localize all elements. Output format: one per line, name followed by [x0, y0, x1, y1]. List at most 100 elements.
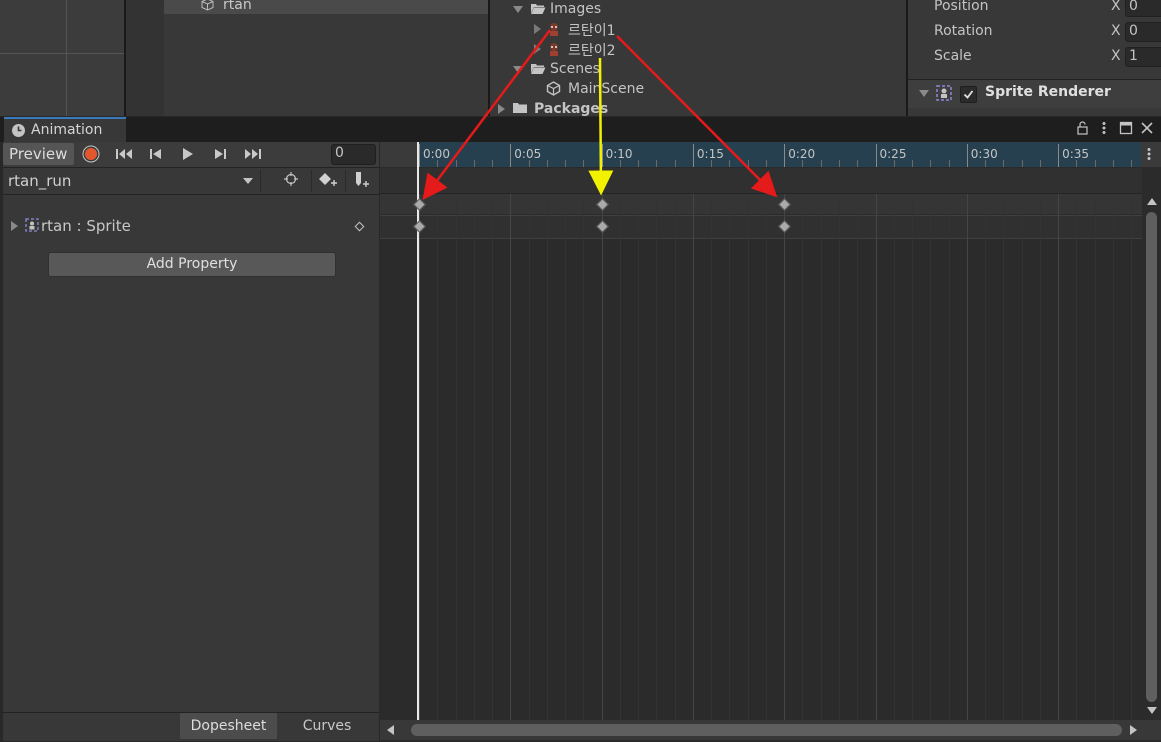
- frame-grid-line: [912, 194, 914, 720]
- frame-field[interactable]: 0: [331, 144, 376, 165]
- ruler-minor-tick: [455, 160, 457, 167]
- frame-grid-line: [565, 194, 567, 720]
- close-icon[interactable]: [1140, 121, 1154, 139]
- scroll-down-icon[interactable]: [1147, 707, 1157, 714]
- ruler-minor-tick: [1003, 160, 1005, 167]
- ruler-minor-tick: [437, 160, 439, 167]
- rotation-x-field[interactable]: 0: [1125, 22, 1161, 42]
- ruler-minor-tick: [656, 160, 658, 167]
- frame-grid-line: [674, 194, 676, 720]
- scroll-left-icon[interactable]: [387, 725, 394, 735]
- curves-tab[interactable]: Curves: [278, 713, 376, 739]
- project-scene-main[interactable]: MainScene: [568, 81, 644, 97]
- timeline-options-icon[interactable]: [1145, 147, 1153, 165]
- ruler-minor-tick: [1076, 160, 1078, 167]
- frame-grid-line: [692, 194, 694, 720]
- project-folder-packages[interactable]: Packages: [534, 101, 608, 116]
- frame-grid-line: [966, 194, 968, 720]
- ruler-minor-tick: [930, 160, 932, 167]
- ruler-minor-tick: [473, 160, 475, 167]
- add-property-button[interactable]: Add Property: [48, 252, 336, 277]
- keyframe-sync-button[interactable]: [283, 171, 307, 191]
- inspector-panel: Position X 0 Rotation X 0 Scale X 1 Spri…: [908, 0, 1161, 116]
- maximize-icon[interactable]: [1119, 121, 1133, 139]
- ruler-minor-tick: [1039, 160, 1041, 167]
- last-keyframe-button[interactable]: [239, 143, 267, 165]
- dopesheet-tab[interactable]: Dopesheet: [180, 713, 277, 739]
- scene-view-panel: [0, 0, 124, 116]
- ruler-minor-tick: [619, 160, 621, 167]
- frame-grid-line: [583, 194, 585, 720]
- component-enabled-checkbox[interactable]: [960, 86, 977, 103]
- scroll-right-icon[interactable]: [1130, 725, 1137, 735]
- project-folder-images[interactable]: Images: [550, 1, 601, 17]
- step-back-icon: [150, 149, 161, 159]
- project-asset-sprite1[interactable]: 르탄이1: [568, 20, 616, 40]
- scroll-up-icon[interactable]: [1147, 198, 1157, 205]
- summary-keyframes-row: [380, 194, 1142, 214]
- record-button[interactable]: [77, 143, 105, 165]
- ruler-minor-tick: [912, 160, 914, 167]
- scenes-expand-toggle[interactable]: [513, 66, 523, 73]
- position-x-field[interactable]: 0: [1125, 0, 1161, 17]
- property-keyframes-row: [380, 215, 1142, 239]
- frame-grid-line: [455, 194, 457, 720]
- ruler-minor-tick: [729, 160, 731, 167]
- horizontal-scrollbar[interactable]: [380, 720, 1161, 740]
- images-expand-toggle[interactable]: [513, 6, 523, 13]
- sprite1-expand-toggle[interactable]: [534, 24, 541, 34]
- scene-grid-line-h: [0, 53, 124, 54]
- more-options-icon[interactable]: [1100, 121, 1108, 139]
- folder-open-icon: [530, 2, 546, 19]
- scale-label: Scale: [934, 48, 972, 64]
- sprite-thumbnail-icon: [546, 21, 562, 37]
- component-foldout-icon[interactable]: [919, 90, 929, 97]
- frame-grid-line: [802, 194, 804, 720]
- horizontal-scroll-thumb[interactable]: [411, 724, 1122, 736]
- ruler-minor-tick: [857, 160, 859, 167]
- unity-scene-icon: [546, 81, 561, 100]
- ruler-major-tick: [784, 144, 786, 167]
- property-label[interactable]: rtan : Sprite: [41, 217, 131, 235]
- clip-selector-dropdown[interactable]: rtan_run: [3, 169, 260, 193]
- property-expand-toggle[interactable]: [11, 221, 18, 231]
- packages-expand-toggle[interactable]: [498, 104, 505, 114]
- step-forward-icon: [215, 149, 226, 159]
- preview-label: Preview: [9, 145, 68, 163]
- project-asset-sprite2[interactable]: 르탄이2: [568, 40, 616, 60]
- events-row[interactable]: [380, 168, 1142, 194]
- ruler-minor-tick: [1021, 160, 1023, 167]
- frame-grid-line: [1039, 194, 1041, 720]
- scale-x-field[interactable]: 1: [1125, 47, 1161, 67]
- cube-icon: [201, 0, 214, 11]
- add-event-button[interactable]: [352, 171, 374, 191]
- play-button[interactable]: [174, 143, 202, 165]
- frame-grid-line: [1076, 194, 1078, 720]
- ruler-minor-tick: [820, 160, 822, 167]
- project-folder-scenes[interactable]: Scenes: [550, 61, 600, 77]
- frame-grid-line: [838, 194, 840, 720]
- lock-icon[interactable]: [1076, 121, 1089, 139]
- add-keyframe-icon: [319, 173, 337, 186]
- clock-icon: [11, 123, 26, 142]
- ruler-minor-tick: [893, 160, 895, 167]
- previous-keyframe-button[interactable]: [142, 143, 170, 165]
- ruler-major-tick: [510, 144, 512, 167]
- sprite2-expand-toggle[interactable]: [534, 44, 541, 54]
- ruler-minor-tick: [583, 160, 585, 167]
- frame-grid-line: [528, 194, 530, 720]
- hierarchy-item-rtan[interactable]: rtan: [223, 0, 252, 13]
- preview-button[interactable]: Preview: [3, 143, 74, 165]
- next-keyframe-button[interactable]: [206, 143, 234, 165]
- vertical-scrollbar[interactable]: [1143, 194, 1161, 719]
- animation-tab[interactable]: Animation: [4, 117, 126, 142]
- ruler-tick-label: 0:10: [605, 147, 633, 161]
- ruler-minor-tick: [528, 160, 530, 167]
- ruler-minor-tick: [1112, 160, 1114, 167]
- vertical-scroll-thumb[interactable]: [1146, 212, 1157, 702]
- ruler-minor-tick: [492, 160, 494, 167]
- add-event-icon: [356, 172, 369, 187]
- first-keyframe-button[interactable]: [110, 143, 138, 165]
- crosshair-icon: [284, 172, 298, 186]
- add-keyframe-button[interactable]: [317, 171, 341, 191]
